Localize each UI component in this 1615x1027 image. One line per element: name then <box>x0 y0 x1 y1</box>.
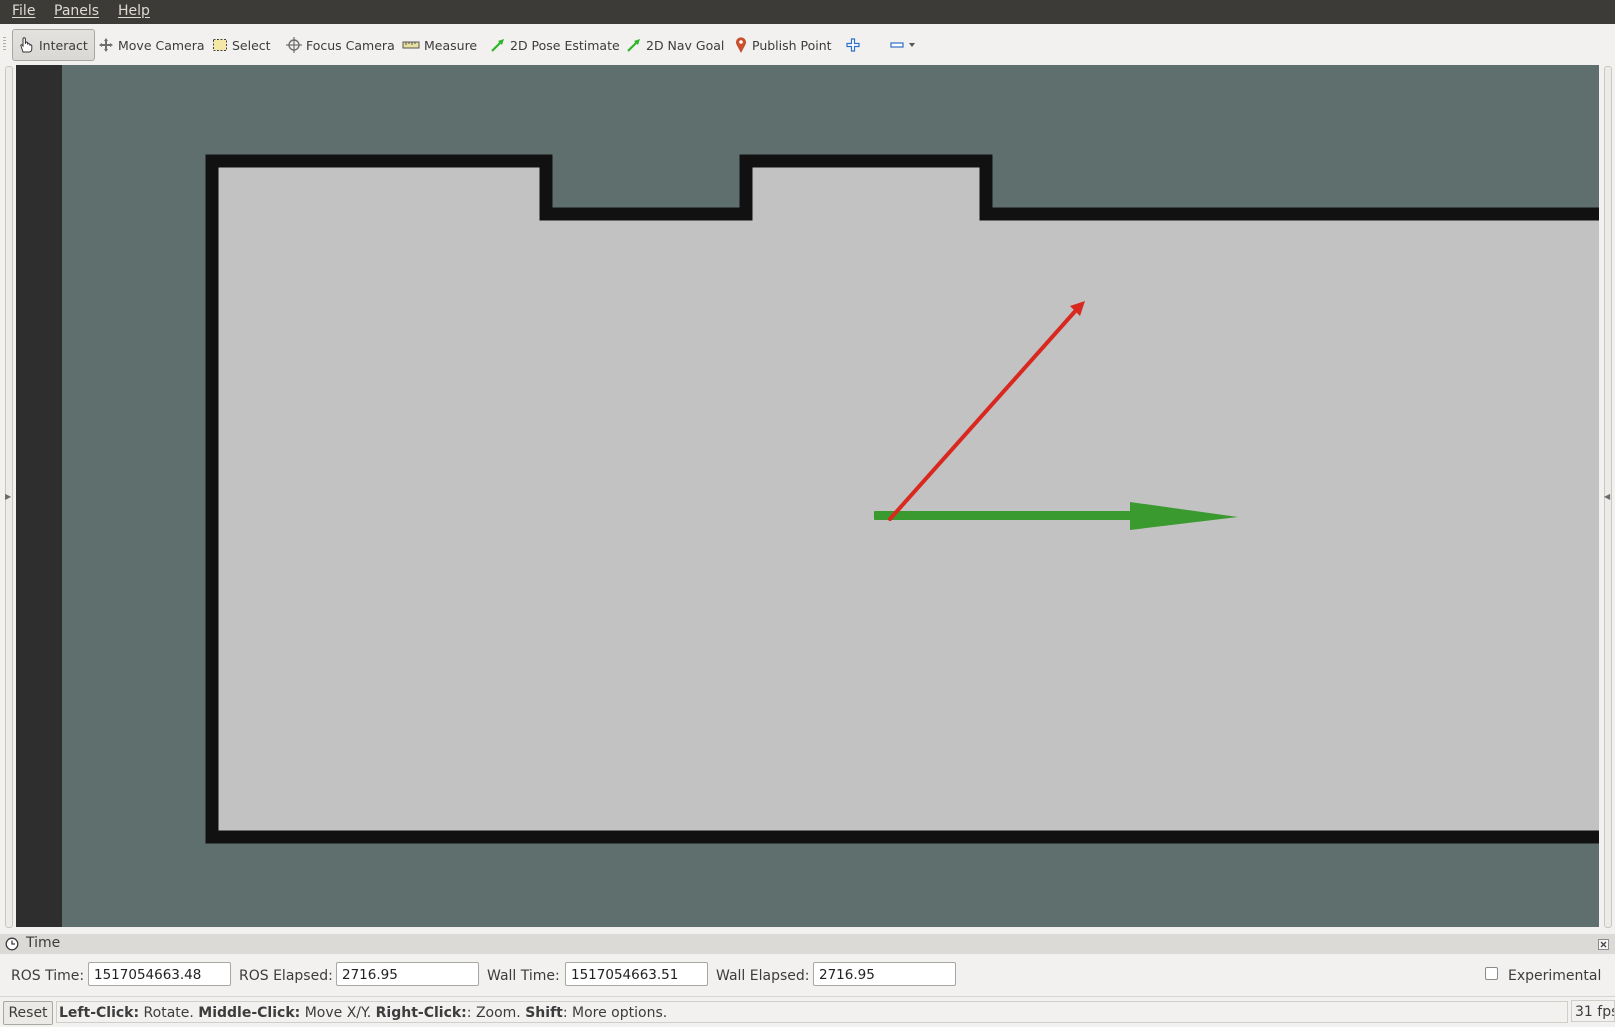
right-click-key: Right-Click: <box>375 1005 467 1021</box>
shift-desc: : More options. <box>562 1005 668 1021</box>
green-goal-arrow-icon <box>627 39 640 52</box>
status-hint: Left-Click: Rotate. Middle-Click: Move X… <box>56 1001 1568 1023</box>
middle-click-desc: Move X/Y. <box>300 1005 376 1021</box>
menu-panels[interactable]: Panels <box>54 3 99 19</box>
hand-pointer-icon <box>20 37 33 53</box>
time-panel-header: Time <box>0 934 1615 954</box>
chevron-down-icon[interactable] <box>908 41 916 49</box>
move-arrows-icon <box>99 38 113 52</box>
toolbar-grip-handle[interactable] <box>3 37 6 51</box>
close-icon[interactable] <box>1598 939 1609 950</box>
nav-goal-tool-button[interactable]: 2D Nav Goal <box>626 32 724 58</box>
wall-elapsed-field[interactable]: 2716.95 <box>813 962 956 986</box>
clock-icon <box>5 937 19 951</box>
fps-counter: 31 fps <box>1571 1000 1615 1022</box>
publish-point-tool-label: Publish Point <box>752 37 832 53</box>
crosshair-icon <box>286 37 302 53</box>
interact-tool-label: Interact <box>39 37 88 53</box>
status-bar: Reset Left-Click: Rotate. Middle-Click: … <box>0 996 1615 1027</box>
map-pin-icon <box>736 37 746 53</box>
ros-elapsed-field[interactable]: 2716.95 <box>336 962 479 986</box>
remove-tool-button[interactable] <box>890 32 916 58</box>
plus-icon <box>846 38 860 52</box>
ros-time-label: ROS Time: <box>11 968 85 984</box>
selection-rect-icon <box>213 39 227 51</box>
ros-elapsed-label: ROS Elapsed: <box>239 968 333 984</box>
tools-toolbar: Interact Move Camera Select Focus Camera… <box>0 24 1615 65</box>
measure-tool-label: Measure <box>424 37 478 53</box>
publish-point-tool-button[interactable]: Publish Point <box>734 32 832 58</box>
menu-file[interactable]: File <box>12 3 35 19</box>
ros-time-field[interactable]: 1517054663.48 <box>88 962 231 986</box>
focus-camera-tool-button[interactable]: Focus Camera <box>286 32 395 58</box>
move-camera-tool-button[interactable]: Move Camera <box>98 32 205 58</box>
nav-goal-tool-label: 2D Nav Goal <box>646 37 725 53</box>
collapse-right-icon[interactable]: ◀ <box>1604 492 1610 501</box>
interact-tool-button[interactable]: Interact <box>12 29 95 61</box>
time-panel-title: Time <box>26 935 61 951</box>
wall-elapsed-label: Wall Elapsed: <box>716 968 810 984</box>
menu-help[interactable]: Help <box>118 3 150 19</box>
focus-camera-tool-label: Focus Camera <box>306 37 395 53</box>
wall-time-field[interactable]: 1517054663.51 <box>565 962 708 986</box>
measure-tool-button[interactable]: Measure <box>402 32 477 58</box>
select-tool-label: Select <box>232 37 271 53</box>
left-dock-splitter[interactable]: ▶ <box>2 64 14 930</box>
experimental-checkbox[interactable] <box>1485 967 1498 980</box>
3d-viewport[interactable] <box>16 65 1599 927</box>
menu-bar: File Panels Help <box>0 0 1615 24</box>
reset-button[interactable]: Reset <box>3 1001 53 1025</box>
experimental-label: Experimental <box>1508 968 1602 984</box>
right-dock-splitter[interactable]: ◀ <box>1601 64 1613 930</box>
select-tool-button[interactable]: Select <box>212 32 271 58</box>
minus-icon <box>890 42 904 48</box>
ruler-icon <box>402 41 420 49</box>
add-tool-button[interactable] <box>846 32 860 58</box>
pose-estimate-tool-button[interactable]: 2D Pose Estimate <box>490 32 620 58</box>
scene-canvas[interactable] <box>16 65 1599 927</box>
pose-estimate-tool-label: 2D Pose Estimate <box>510 37 620 53</box>
middle-click-key: Middle-Click: <box>198 1005 301 1021</box>
shift-key: Shift <box>525 1005 563 1021</box>
left-click-key: Left-Click: <box>59 1005 140 1021</box>
green-pose-arrow-icon <box>491 39 504 52</box>
left-click-desc: Rotate. <box>139 1005 199 1021</box>
wall-time-label: Wall Time: <box>487 968 560 984</box>
right-click-desc: : Zoom. <box>466 1005 526 1021</box>
render-panel: ▶ ◀ <box>0 64 1615 930</box>
time-panel: Time ROS Time: 1517054663.48 ROS Elapsed… <box>0 934 1615 996</box>
move-camera-tool-label: Move Camera <box>118 37 205 53</box>
collapse-left-icon[interactable]: ▶ <box>5 492 11 501</box>
